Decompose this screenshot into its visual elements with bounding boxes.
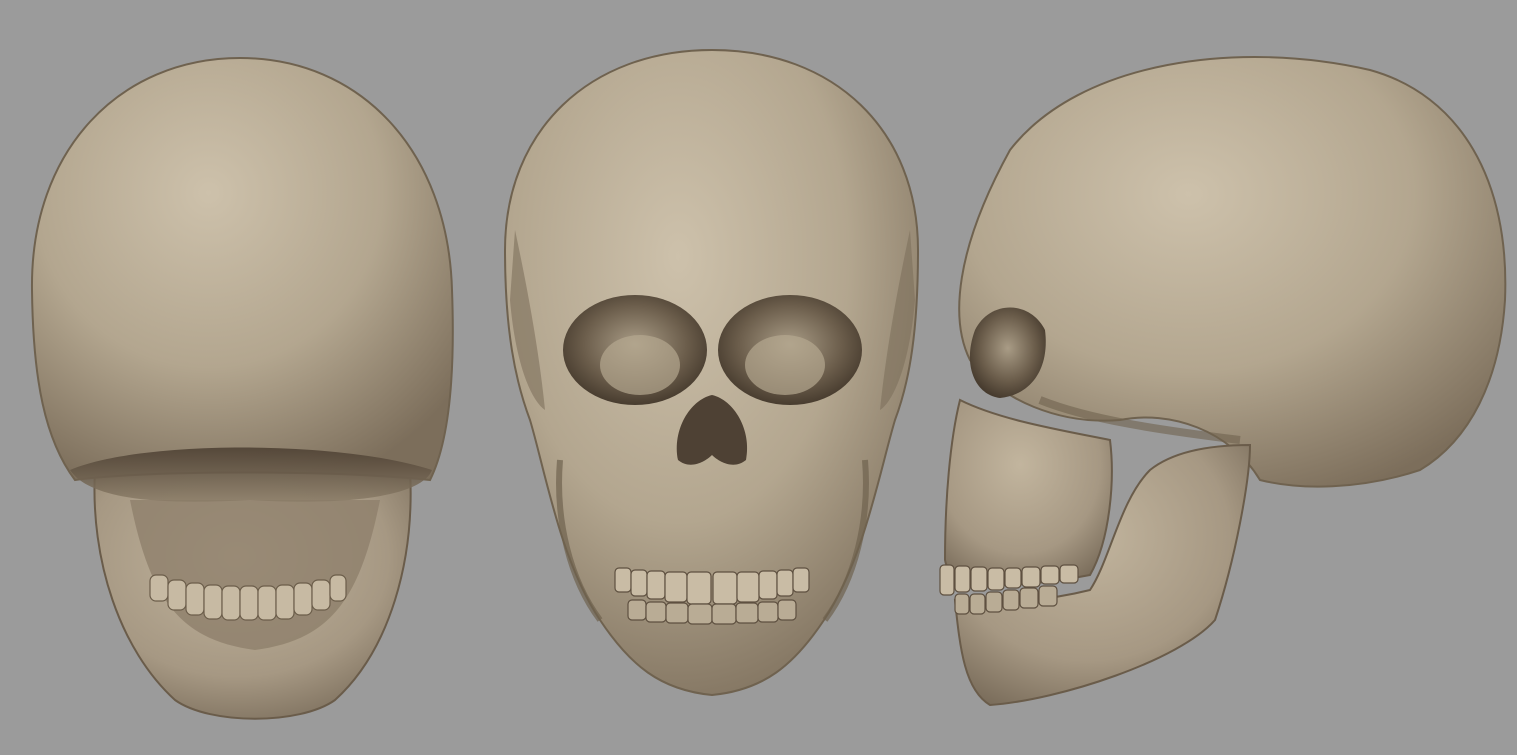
skull-back-view	[30, 56, 454, 720]
skull-render-canvas	[30, 48, 1507, 720]
render-viewport	[0, 0, 1517, 755]
skull-side-view	[939, 55, 1507, 707]
skull-front-view	[503, 48, 920, 697]
